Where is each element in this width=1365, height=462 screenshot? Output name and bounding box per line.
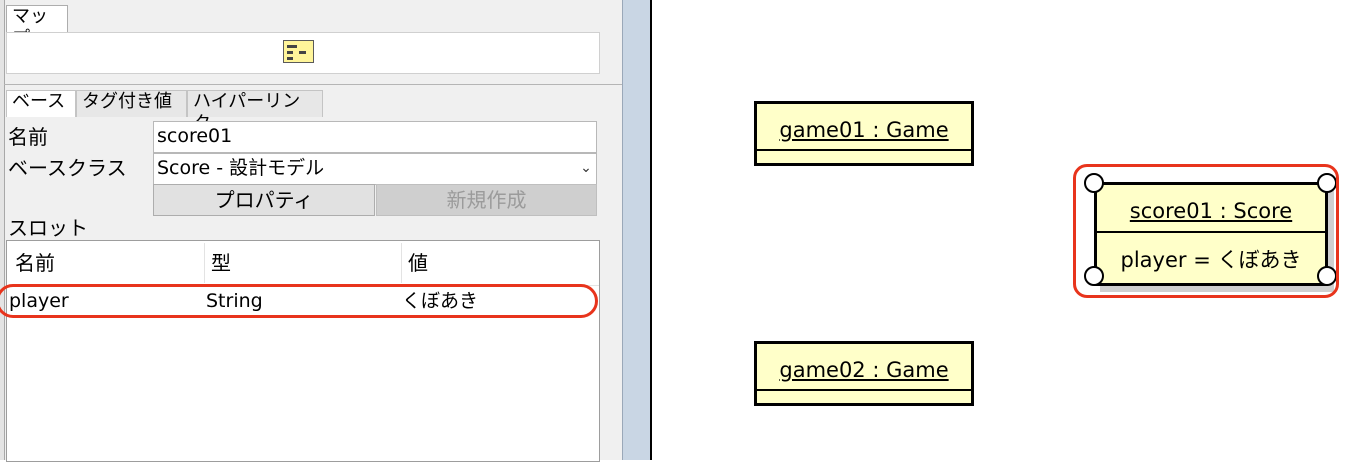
column-header-type[interactable]: 型	[211, 251, 231, 275]
object-highlight	[1073, 164, 1339, 298]
tab-base[interactable]: ベース	[6, 90, 76, 117]
tab-hyperlink[interactable]: ハイパーリンク	[187, 90, 323, 134]
diagram-border	[650, 0, 652, 460]
row-highlight	[0, 284, 598, 318]
column-separator[interactable]	[401, 243, 402, 283]
object-game01[interactable]: game01 : Game	[754, 101, 974, 166]
name-field[interactable]: score01	[153, 121, 597, 153]
object-name[interactable]: game01 : Game	[757, 118, 971, 142]
panel-splitter[interactable]	[622, 0, 651, 460]
object-name[interactable]: game02 : Game	[757, 358, 971, 382]
column-header-value[interactable]: 値	[408, 251, 428, 275]
panel-divider	[4, 84, 622, 85]
tab-map[interactable]: マップ	[6, 5, 68, 49]
base-class-value: Score - 設計モデル	[157, 157, 325, 179]
base-class-select[interactable]: Score - 設計モデル ⌄	[153, 153, 597, 185]
object-thumbnail-icon[interactable]	[283, 40, 314, 63]
compartment-separator	[757, 389, 971, 391]
table-header: 名前 型 値	[7, 241, 599, 286]
base-class-label: ベースクラス	[8, 156, 127, 180]
chevron-down-icon[interactable]: ⌄	[578, 158, 594, 178]
column-separator[interactable]	[204, 243, 205, 283]
tab-tagged-values[interactable]: タグ付き値	[76, 90, 187, 117]
new-button[interactable]: 新規作成	[376, 184, 597, 216]
compartment-separator	[757, 149, 971, 151]
column-header-name[interactable]: 名前	[15, 251, 55, 275]
name-label: 名前	[8, 125, 48, 149]
properties-button[interactable]: プロパティ	[153, 184, 375, 216]
slots-table[interactable]: 名前 型 値 player String くぼあき	[6, 240, 600, 462]
panel-edge	[0, 0, 5, 460]
object-game02[interactable]: game02 : Game	[754, 341, 974, 406]
slots-label: スロット	[8, 216, 88, 240]
